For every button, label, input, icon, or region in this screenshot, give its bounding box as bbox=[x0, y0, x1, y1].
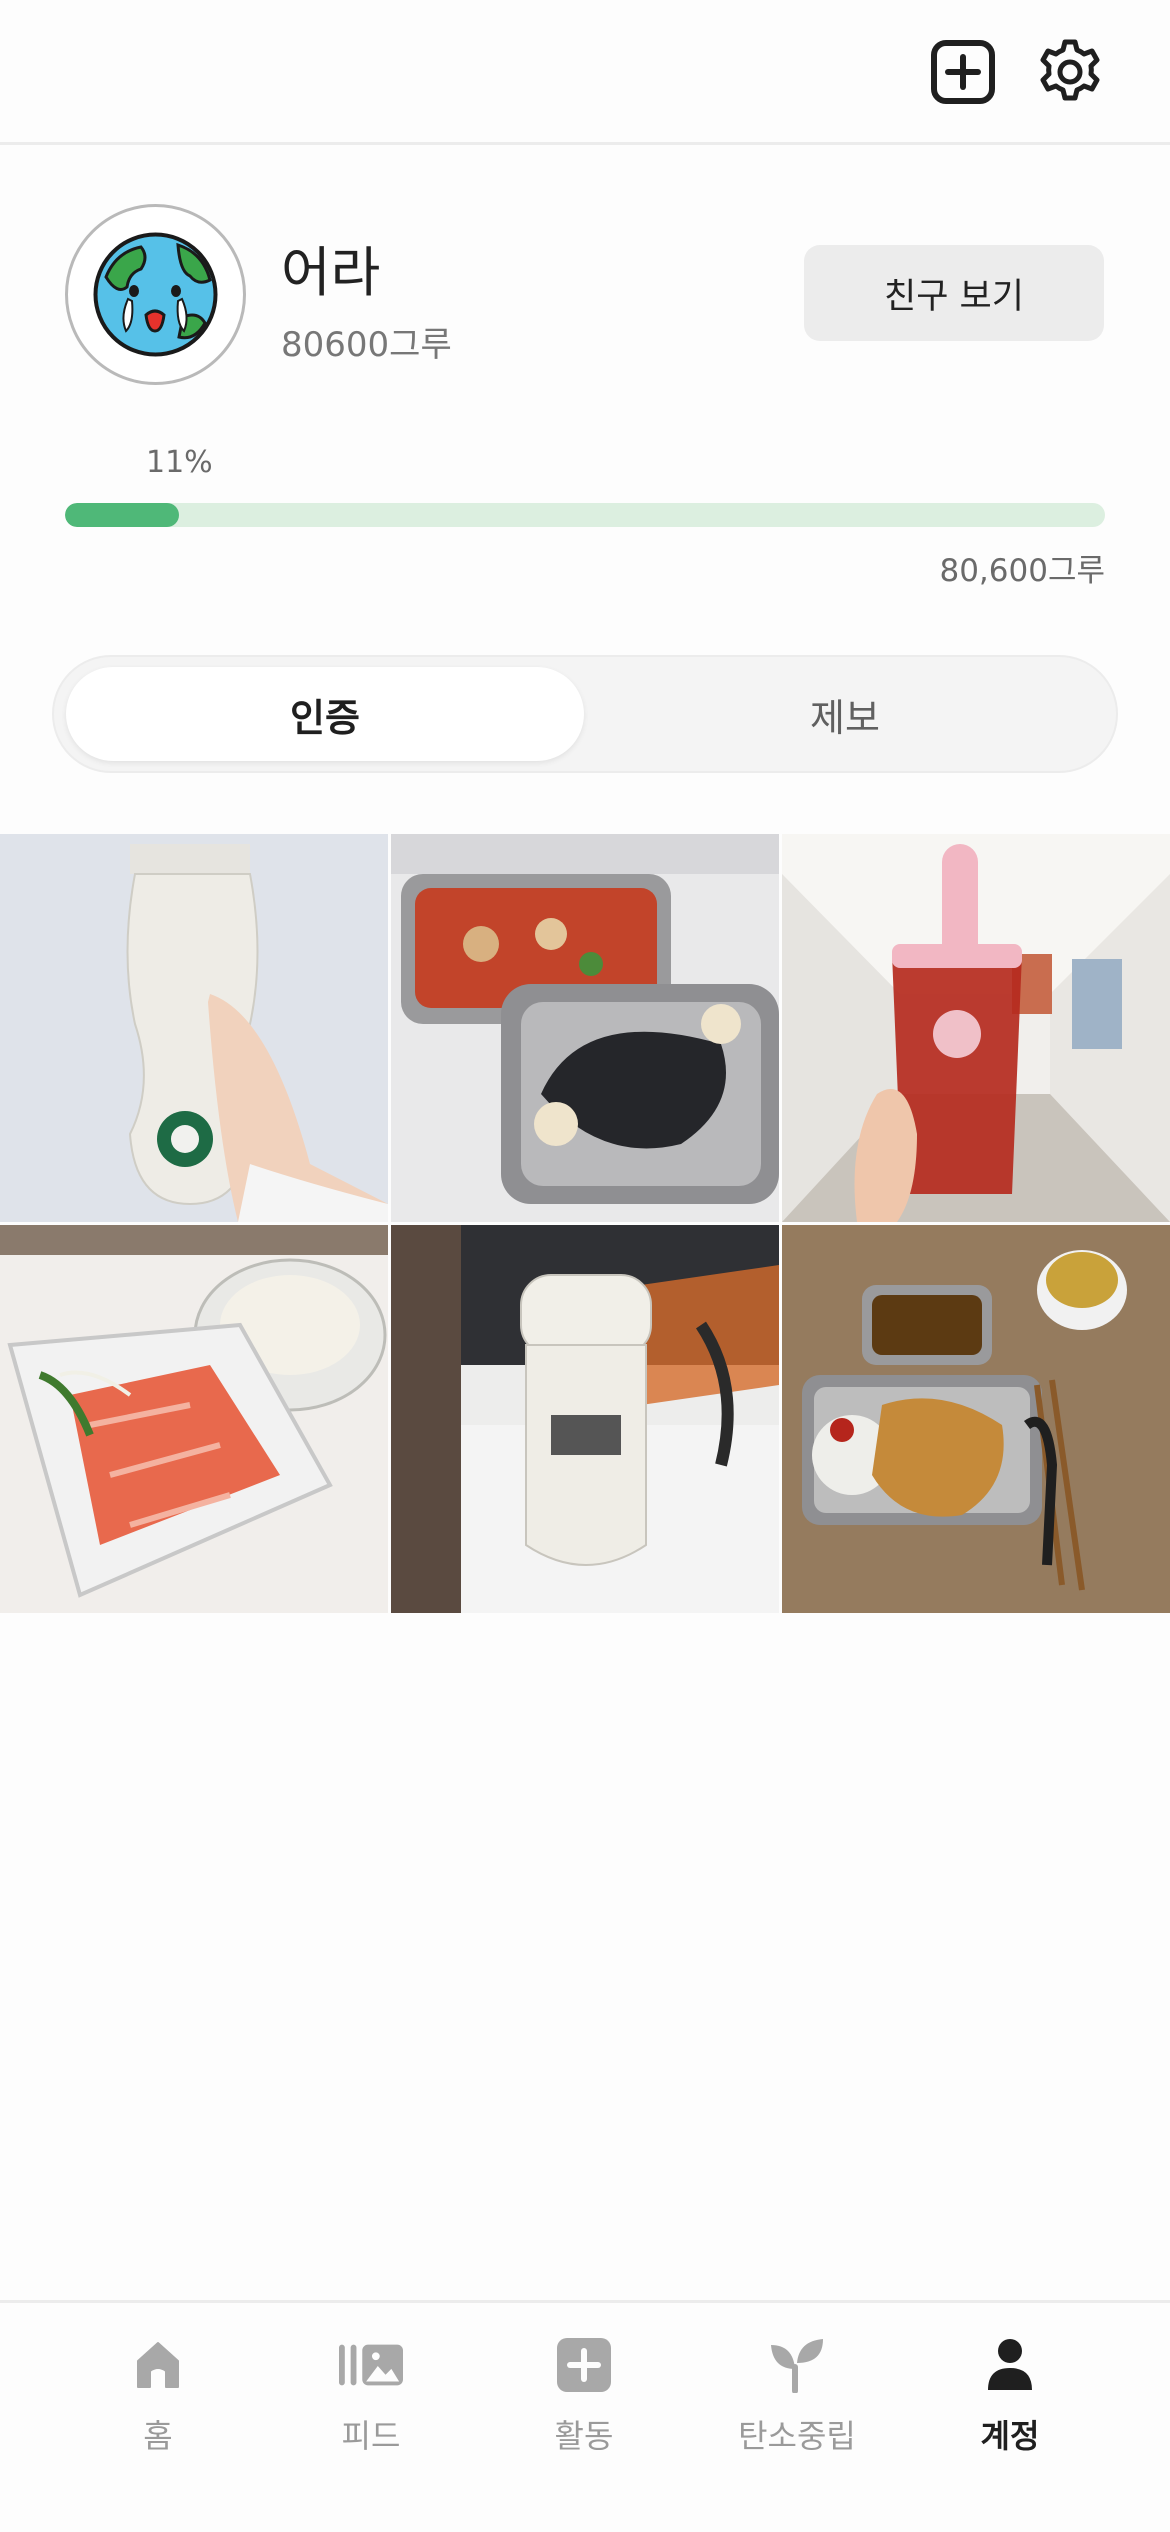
tab-verification[interactable]: 인증 bbox=[66, 667, 584, 761]
photo-pork-cutlet-curry[interactable] bbox=[782, 1225, 1170, 1613]
progress-total-label: 80,600그루 bbox=[939, 553, 1105, 589]
nav-activity-label: 활동 bbox=[554, 2417, 614, 2455]
feed-icon bbox=[339, 2344, 403, 2386]
bottom-navigation: 홈 피드 활동 탄소중립 계정 bbox=[0, 2300, 1170, 2532]
profile-name: 어라 bbox=[281, 241, 381, 304]
photo-thermos[interactable] bbox=[391, 1225, 779, 1613]
nav-account[interactable]: 계정 bbox=[920, 2333, 1100, 2473]
top-bar bbox=[0, 0, 1170, 145]
post-type-segmented-control: 인증 제보 bbox=[52, 655, 1118, 773]
nav-carbon-neutral-label: 탄소중립 bbox=[738, 2417, 856, 2455]
view-friends-button[interactable]: 친구 보기 bbox=[804, 245, 1104, 341]
gear-icon bbox=[1040, 39, 1100, 101]
plus-square-icon bbox=[557, 2338, 611, 2392]
crying-earth-avatar-icon bbox=[93, 232, 218, 357]
nav-feed[interactable]: 피드 bbox=[281, 2333, 461, 2473]
plus-square-icon bbox=[931, 40, 995, 104]
nav-feed-label: 피드 bbox=[341, 2417, 401, 2455]
avatar[interactable] bbox=[65, 204, 246, 385]
nav-carbon-neutral[interactable]: 탄소중립 bbox=[707, 2333, 887, 2473]
person-icon bbox=[988, 2339, 1032, 2390]
photo-tteokbokki-gimbap[interactable] bbox=[391, 834, 779, 1222]
add-post-button[interactable] bbox=[927, 36, 999, 108]
progress-bar bbox=[65, 503, 1105, 527]
photo-tumbler[interactable] bbox=[0, 834, 388, 1222]
home-icon bbox=[137, 2342, 179, 2388]
progress-bar-fill bbox=[65, 503, 180, 527]
photo-grid bbox=[0, 834, 1170, 1613]
photo-iced-tea-cup[interactable] bbox=[782, 834, 1170, 1222]
tab-report[interactable]: 제보 bbox=[586, 667, 1104, 761]
nav-home[interactable]: 홈 bbox=[68, 2333, 248, 2473]
progress-percent-label: 11% bbox=[146, 445, 213, 480]
nav-account-label: 계정 bbox=[980, 2417, 1040, 2455]
settings-button[interactable] bbox=[1034, 36, 1106, 108]
profile-points: 80600그루 bbox=[281, 325, 452, 365]
photo-salmon-sashimi[interactable] bbox=[0, 1225, 388, 1613]
sprout-icon bbox=[771, 2339, 823, 2393]
nav-home-label: 홈 bbox=[143, 2417, 173, 2455]
profile-section: 어라 80600그루 친구 보기 11% 80,600그루 bbox=[0, 145, 1170, 645]
nav-activity[interactable]: 활동 bbox=[494, 2333, 674, 2473]
